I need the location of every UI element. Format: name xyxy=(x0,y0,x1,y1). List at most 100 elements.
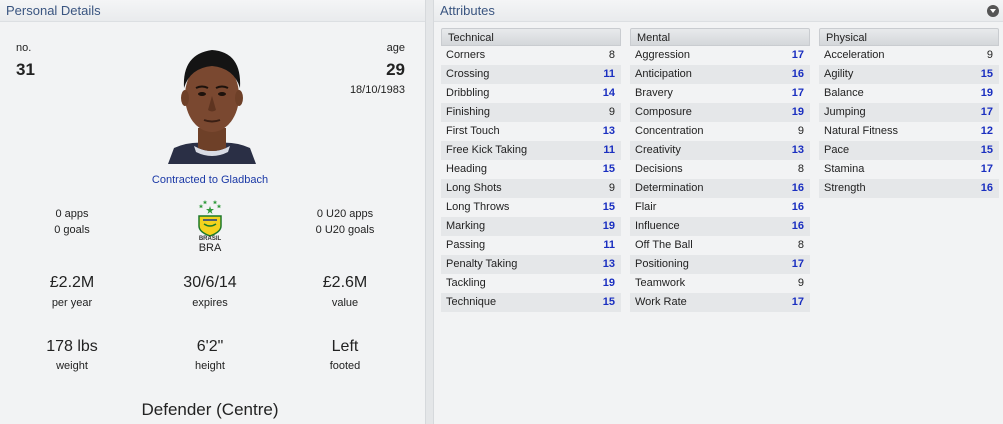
attribute-row[interactable]: Pace 15 xyxy=(819,141,999,160)
attribute-row[interactable]: Long Throws 15 xyxy=(441,198,621,217)
physical-column: Physical Acceleration 9 Agility 15 Balance 19… xyxy=(819,28,999,198)
attribute-name: First Touch xyxy=(446,125,500,137)
physical-rows: Acceleration 9 Agility 15 Balance 19 Jumping 17… xyxy=(819,46,999,198)
attribute-row[interactable]: Teamwork 9 xyxy=(630,274,810,293)
attribute-row[interactable]: Corners 8 xyxy=(441,46,621,65)
preferred-foot-caption: footed xyxy=(329,360,361,372)
attribute-row[interactable]: Passing 11 xyxy=(441,236,621,255)
attribute-name: Bravery xyxy=(635,87,673,99)
attribute-row[interactable]: Work Rate 17 xyxy=(630,293,810,312)
attribute-row[interactable]: Determination 16 xyxy=(630,179,810,198)
attribute-value: 14 xyxy=(602,87,615,99)
attribute-name: Penalty Taking xyxy=(446,258,518,270)
attribute-row[interactable]: Anticipation 16 xyxy=(630,65,810,84)
wage-value: £2.2M xyxy=(49,274,95,291)
weight-caption: weight xyxy=(56,360,88,372)
attribute-row[interactable]: Acceleration 9 xyxy=(819,46,999,65)
contract-expiry-value: 30/6/14 xyxy=(183,274,237,291)
apps-count: 0 apps xyxy=(55,208,89,220)
attribute-name: Tackling xyxy=(446,277,486,289)
attribute-name: Heading xyxy=(446,163,487,175)
attribute-row[interactable]: Positioning 17 xyxy=(630,255,810,274)
attribute-value: 8 xyxy=(608,49,615,61)
personal-details-header: Personal Details xyxy=(0,0,425,22)
attribute-name: Balance xyxy=(824,87,864,99)
attribute-name: Work Rate xyxy=(635,296,687,308)
attribute-name: Dribbling xyxy=(446,87,490,99)
attribute-row[interactable]: Free Kick Taking 11 xyxy=(441,141,621,160)
attribute-row[interactable]: Technique 15 xyxy=(441,293,621,312)
attribute-row[interactable]: Penalty Taking 13 xyxy=(441,255,621,274)
attribute-name: Flair xyxy=(635,201,657,213)
attribute-name: Crossing xyxy=(446,68,490,80)
attribute-value: 12 xyxy=(980,125,993,137)
date-of-birth: 18/10/1983 xyxy=(349,84,405,96)
attribute-name: Creativity xyxy=(635,144,681,156)
attribute-row[interactable]: Aggression 17 xyxy=(630,46,810,65)
attribute-row[interactable]: Composure 19 xyxy=(630,103,810,122)
attribute-value: 19 xyxy=(602,277,615,289)
attribute-row[interactable]: Creativity 13 xyxy=(630,141,810,160)
attribute-row[interactable]: Dribbling 14 xyxy=(441,84,621,103)
age-label: age xyxy=(386,42,405,54)
technical-rows: Corners 8 Crossing 11 Dribbling 14 Finishing 9 F… xyxy=(441,46,621,312)
attribute-value: 13 xyxy=(602,258,615,270)
attribute-row[interactable]: Marking 19 xyxy=(441,217,621,236)
transfer-value: £2.6M xyxy=(322,274,368,291)
attribute-row[interactable]: Natural Fitness 12 xyxy=(819,122,999,141)
attribute-name: Positioning xyxy=(635,258,689,270)
attribute-row[interactable]: Influence 16 xyxy=(630,217,810,236)
attribute-name: Pace xyxy=(824,144,850,156)
attribute-name: Strength xyxy=(824,182,866,194)
attribute-name: Long Shots xyxy=(446,182,502,194)
attribute-value: 15 xyxy=(980,144,993,156)
attribute-name: Jumping xyxy=(824,106,866,118)
attribute-name: Determination xyxy=(635,182,704,194)
attribute-name: Off The Ball xyxy=(635,239,693,251)
attribute-name: Decisions xyxy=(635,163,683,175)
attribute-row[interactable]: Jumping 17 xyxy=(819,103,999,122)
attribute-name: Technique xyxy=(446,296,497,308)
attribute-row[interactable]: Long Shots 9 xyxy=(441,179,621,198)
attribute-value: 19 xyxy=(980,87,993,99)
goals-count: 0 goals xyxy=(54,224,90,236)
attribute-row[interactable]: Finishing 9 xyxy=(441,103,621,122)
attribute-value: 9 xyxy=(797,125,804,137)
personal-details-panel: Personal Details no. 31 age 29 18/10/198… xyxy=(0,0,425,424)
technical-column: Technical Corners 8 Crossing 11 Dribbling 14 F… xyxy=(441,28,621,312)
transfer-value-caption: value xyxy=(331,297,359,309)
chevron-down-icon[interactable] xyxy=(987,5,999,17)
attribute-name: Long Throws xyxy=(446,201,510,213)
panel-divider[interactable] xyxy=(425,0,434,424)
attribute-row[interactable]: First Touch 13 xyxy=(441,122,621,141)
attribute-value: 17 xyxy=(980,163,993,175)
attribute-row[interactable]: Concentration 9 xyxy=(630,122,810,141)
nation-code[interactable]: BRA xyxy=(180,242,240,254)
attribute-row[interactable]: Balance 19 xyxy=(819,84,999,103)
attribute-name: Natural Fitness xyxy=(824,125,898,137)
attribute-value: 16 xyxy=(791,182,804,194)
attribute-value: 13 xyxy=(602,125,615,137)
number-label: no. xyxy=(16,42,32,54)
attribute-row[interactable]: Stamina 17 xyxy=(819,160,999,179)
attribute-row[interactable]: Crossing 11 xyxy=(441,65,621,84)
attribute-value: 11 xyxy=(603,144,615,156)
technical-header: Technical xyxy=(441,28,621,46)
attribute-row[interactable]: Flair 16 xyxy=(630,198,810,217)
nation-badge-icon[interactable] xyxy=(194,198,226,238)
attributes-header: Attributes xyxy=(434,0,1003,22)
attribute-row[interactable]: Heading 15 xyxy=(441,160,621,179)
attribute-value: 9 xyxy=(986,49,993,61)
attribute-row[interactable]: Decisions 8 xyxy=(630,160,810,179)
attribute-value: 15 xyxy=(980,68,993,80)
attribute-name: Teamwork xyxy=(635,277,686,289)
attribute-name: Stamina xyxy=(824,163,865,175)
attribute-row[interactable]: Bravery 17 xyxy=(630,84,810,103)
attribute-name: Agility xyxy=(824,68,854,80)
attribute-row[interactable]: Off The Ball 8 xyxy=(630,236,810,255)
attribute-row[interactable]: Agility 15 xyxy=(819,65,999,84)
attribute-value: 8 xyxy=(797,239,804,251)
attribute-row[interactable]: Tackling 19 xyxy=(441,274,621,293)
attribute-row[interactable]: Strength 16 xyxy=(819,179,999,198)
contract-link[interactable]: Contracted to Gladbach xyxy=(0,174,420,186)
